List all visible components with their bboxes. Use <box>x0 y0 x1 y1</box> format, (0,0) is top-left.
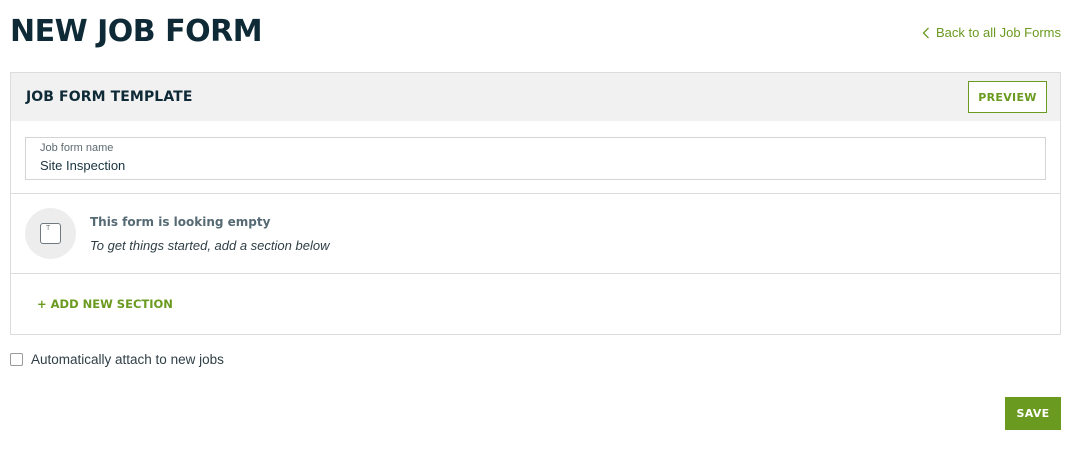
empty-state-icon-circle: T <box>25 208 76 259</box>
empty-state: T This form is looking empty To get thin… <box>11 194 1060 274</box>
job-form-name-label: Job form name <box>40 142 114 154</box>
text-box-icon: T <box>40 223 61 244</box>
auto-attach-checkbox[interactable] <box>10 353 23 366</box>
card-header: JOB FORM TEMPLATE PREVIEW <box>11 73 1060 121</box>
auto-attach-option[interactable]: Automatically attach to new jobs <box>10 352 224 367</box>
job-form-template-card: JOB FORM TEMPLATE PREVIEW Job form name … <box>10 72 1061 335</box>
add-section-row: + ADD NEW SECTION <box>11 274 1060 334</box>
back-link-label[interactable]: Back to all Job Forms <box>936 25 1061 40</box>
back-to-job-forms-link[interactable]: Back to all Job Forms <box>922 25 1061 40</box>
empty-state-subtitle: To get things started, add a section bel… <box>90 237 330 253</box>
page-title: NEW JOB FORM <box>10 14 263 49</box>
chevron-left-icon <box>922 27 929 38</box>
add-new-section-button[interactable]: + ADD NEW SECTION <box>37 297 173 311</box>
job-form-name-field[interactable]: Job form name Site Inspection <box>25 137 1046 180</box>
job-form-name-input[interactable]: Site Inspection <box>40 158 1031 174</box>
card-title: JOB FORM TEMPLATE <box>26 89 193 105</box>
preview-button[interactable]: PREVIEW <box>968 81 1047 113</box>
empty-state-title: This form is looking empty <box>90 214 271 229</box>
name-section: Job form name Site Inspection <box>11 121 1060 194</box>
save-button[interactable]: SAVE <box>1005 397 1061 430</box>
auto-attach-label[interactable]: Automatically attach to new jobs <box>31 352 224 367</box>
